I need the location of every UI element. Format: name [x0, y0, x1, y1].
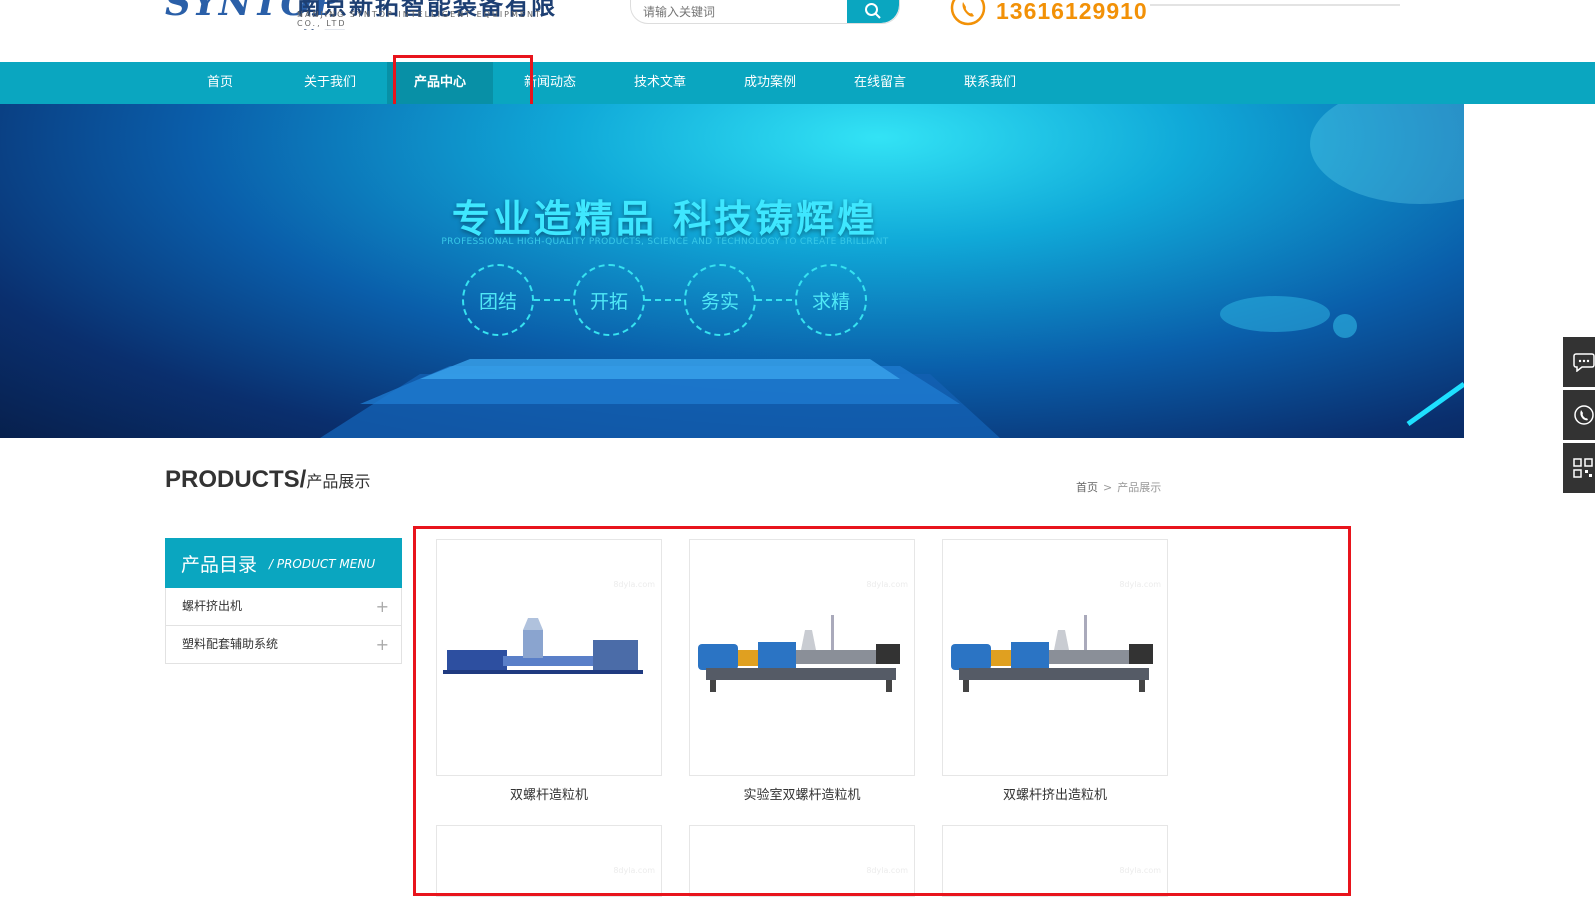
- page-title-en: PRODUCTS/: [165, 466, 307, 493]
- phone-icon: [950, 0, 986, 26]
- product-image: [698, 615, 900, 692]
- product-menu-subtitle: / PRODUCT MENU: [269, 557, 376, 571]
- product-card[interactable]: 8dyla.com: [942, 539, 1168, 776]
- online-chat-button[interactable]: [1563, 337, 1595, 387]
- product-menu-header: 产品目录 / PRODUCT MENU: [165, 538, 402, 588]
- phone-number: 13616129910: [996, 0, 1148, 24]
- search-button[interactable]: [847, 0, 899, 23]
- nav-item-cases[interactable]: 成功案例: [717, 62, 823, 104]
- product-image: [443, 618, 643, 674]
- product-image: [951, 615, 1153, 692]
- product-name[interactable]: 双螺杆造粒机: [436, 784, 662, 803]
- qrcode-button[interactable]: [1563, 443, 1595, 493]
- nav-item-about[interactable]: 关于我们: [277, 62, 383, 104]
- value-pioneer: 开拓: [573, 264, 645, 336]
- qrcode-icon: [1573, 458, 1593, 478]
- divider: [1150, 4, 1400, 6]
- menu-item-auxiliary-system[interactable]: 塑料配套辅助系统 +: [166, 625, 401, 663]
- product-card[interactable]: 8dyla.com: [689, 825, 915, 897]
- product-card[interactable]: 8dyla.com: [436, 539, 662, 776]
- company-name-en: NANJING SYNTOP INTELLIGENT EQUIPMENT CO.…: [297, 10, 542, 28]
- search-input[interactable]: [641, 1, 835, 23]
- dashed-connector: [756, 299, 792, 301]
- nav-item-message[interactable]: 在线留言: [827, 62, 933, 104]
- watermark: 8dyla.com: [866, 580, 908, 589]
- banner-subtitle: PROFESSIONAL HIGH-QUALITY PRODUCTS, SCIE…: [441, 237, 889, 247]
- value-excellence: 求精: [795, 264, 867, 336]
- chat-icon: [1573, 353, 1595, 372]
- plus-icon[interactable]: +: [376, 626, 389, 663]
- dashed-connector: [645, 299, 681, 301]
- product-card[interactable]: 8dyla.com: [436, 825, 662, 897]
- nav-item-products[interactable]: 产品中心: [387, 62, 493, 104]
- product-name[interactable]: 双螺杆挤出造粒机: [942, 784, 1168, 803]
- page-title-cn: 产品展示: [306, 472, 371, 491]
- value-unity: 团结: [462, 264, 534, 336]
- product-card[interactable]: 8dyla.com: [942, 825, 1168, 897]
- page-title: PRODUCTS/产品展示: [165, 466, 370, 494]
- watermark: 8dyla.com: [866, 866, 908, 875]
- product-menu-title: 产品目录: [181, 554, 258, 576]
- plus-icon[interactable]: +: [376, 588, 389, 625]
- watermark: 8dyla.com: [1119, 866, 1161, 875]
- dashed-connector: [534, 299, 570, 301]
- main-nav: 首页 关于我们 产品中心 新闻动态 技术文章 成功案例 在线留言 联系我们: [0, 62, 1595, 104]
- banner-title: 专业造精品 科技铸辉煌: [451, 197, 879, 241]
- hero-banner: 专业造精品 科技铸辉煌 PROFESSIONAL HIGH-QUALITY PR…: [0, 104, 1464, 438]
- product-menu: 螺杆挤出机 + 塑料配套辅助系统 +: [165, 588, 402, 664]
- call-button[interactable]: [1563, 390, 1595, 440]
- call-icon: [1574, 405, 1594, 425]
- nav-item-contact[interactable]: 联系我们: [937, 62, 1043, 104]
- menu-item-label: 塑料配套辅助系统: [182, 637, 279, 651]
- search-icon: [865, 3, 881, 19]
- value-pragmatic: 务实: [684, 264, 756, 336]
- breadcrumb-home[interactable]: 首页: [1076, 481, 1098, 494]
- hotline: 13616129910: [950, 0, 1450, 26]
- watermark: 8dyla.com: [613, 580, 655, 589]
- watermark: 8dyla.com: [1119, 580, 1161, 589]
- breadcrumb-separator: >: [1103, 481, 1113, 494]
- nav-item-home[interactable]: 首页: [167, 62, 273, 104]
- breadcrumb: 首页 > 产品展示: [1076, 479, 1161, 495]
- menu-item-screw-extruder[interactable]: 螺杆挤出机 +: [166, 588, 401, 625]
- search-box: [630, 0, 900, 24]
- product-card[interactable]: 8dyla.com: [689, 539, 915, 776]
- product-name[interactable]: 实验室双螺杆造粒机: [689, 784, 915, 803]
- nav-item-articles[interactable]: 技术文章: [607, 62, 713, 104]
- values-row: 团结 开拓 务实 求精: [462, 264, 872, 336]
- menu-item-label: 螺杆挤出机: [182, 599, 243, 613]
- watermark: 8dyla.com: [613, 866, 655, 875]
- breadcrumb-current[interactable]: 产品展示: [1117, 481, 1161, 494]
- nav-item-news[interactable]: 新闻动态: [497, 62, 603, 104]
- logo[interactable]: SYNTOP 南京新拓智能装备有限公司 NANJING SYNTOP INTEL…: [165, 0, 565, 30]
